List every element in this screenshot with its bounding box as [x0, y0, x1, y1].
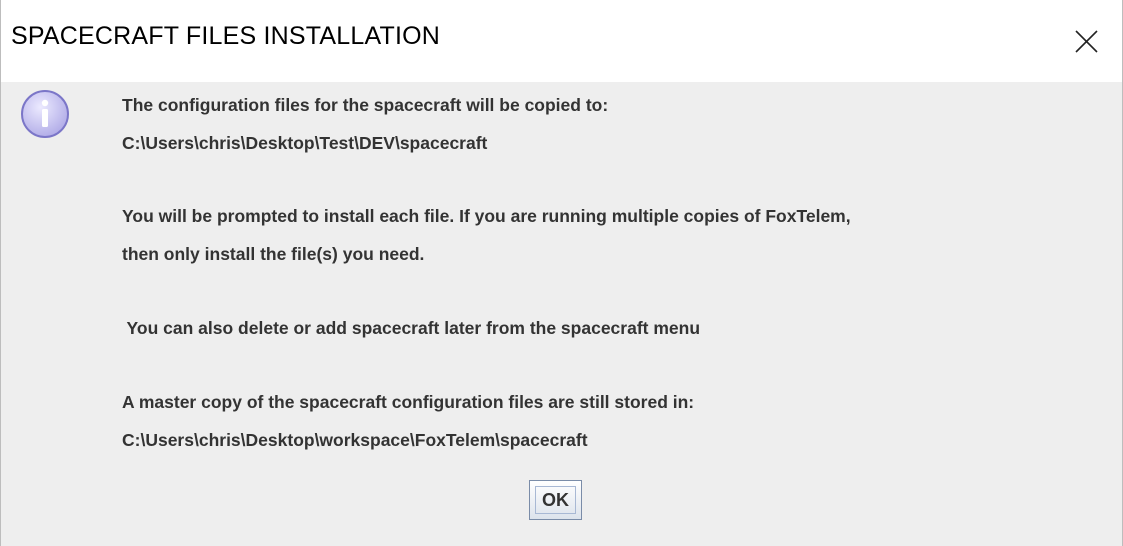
message-line-6: A master copy of the spacecraft configur…: [122, 392, 695, 412]
dialog-title: SPACECRAFT FILES INSTALLATION: [11, 22, 441, 50]
title-bar[interactable]: SPACECRAFT FILES INSTALLATION: [1, 0, 1122, 82]
close-button[interactable]: [1061, 16, 1111, 66]
ok-button[interactable]: OK: [529, 480, 582, 520]
close-icon: [1075, 30, 1098, 53]
ok-button-label: OK: [542, 489, 569, 510]
dialog-content: The configuration files for the spacecra…: [1, 82, 1122, 546]
message-line-5: You can also delete or add spacecraft la…: [122, 318, 701, 338]
message-line-1: The configuration files for the spacecra…: [122, 95, 609, 115]
message-line-7: C:\Users\chris\Desktop\workspace\FoxTele…: [122, 430, 588, 450]
message-line-4: then only install the file(s) you need.: [122, 244, 425, 264]
message-line-2: C:\Users\chris\Desktop\Test\DEV\spacecra…: [122, 133, 488, 153]
message-line-3: You will be prompted to install each fil…: [122, 206, 851, 226]
info-icon: [17, 86, 73, 142]
dialog-window: SPACECRAFT FILES INSTALLATION The config…: [0, 0, 1123, 546]
